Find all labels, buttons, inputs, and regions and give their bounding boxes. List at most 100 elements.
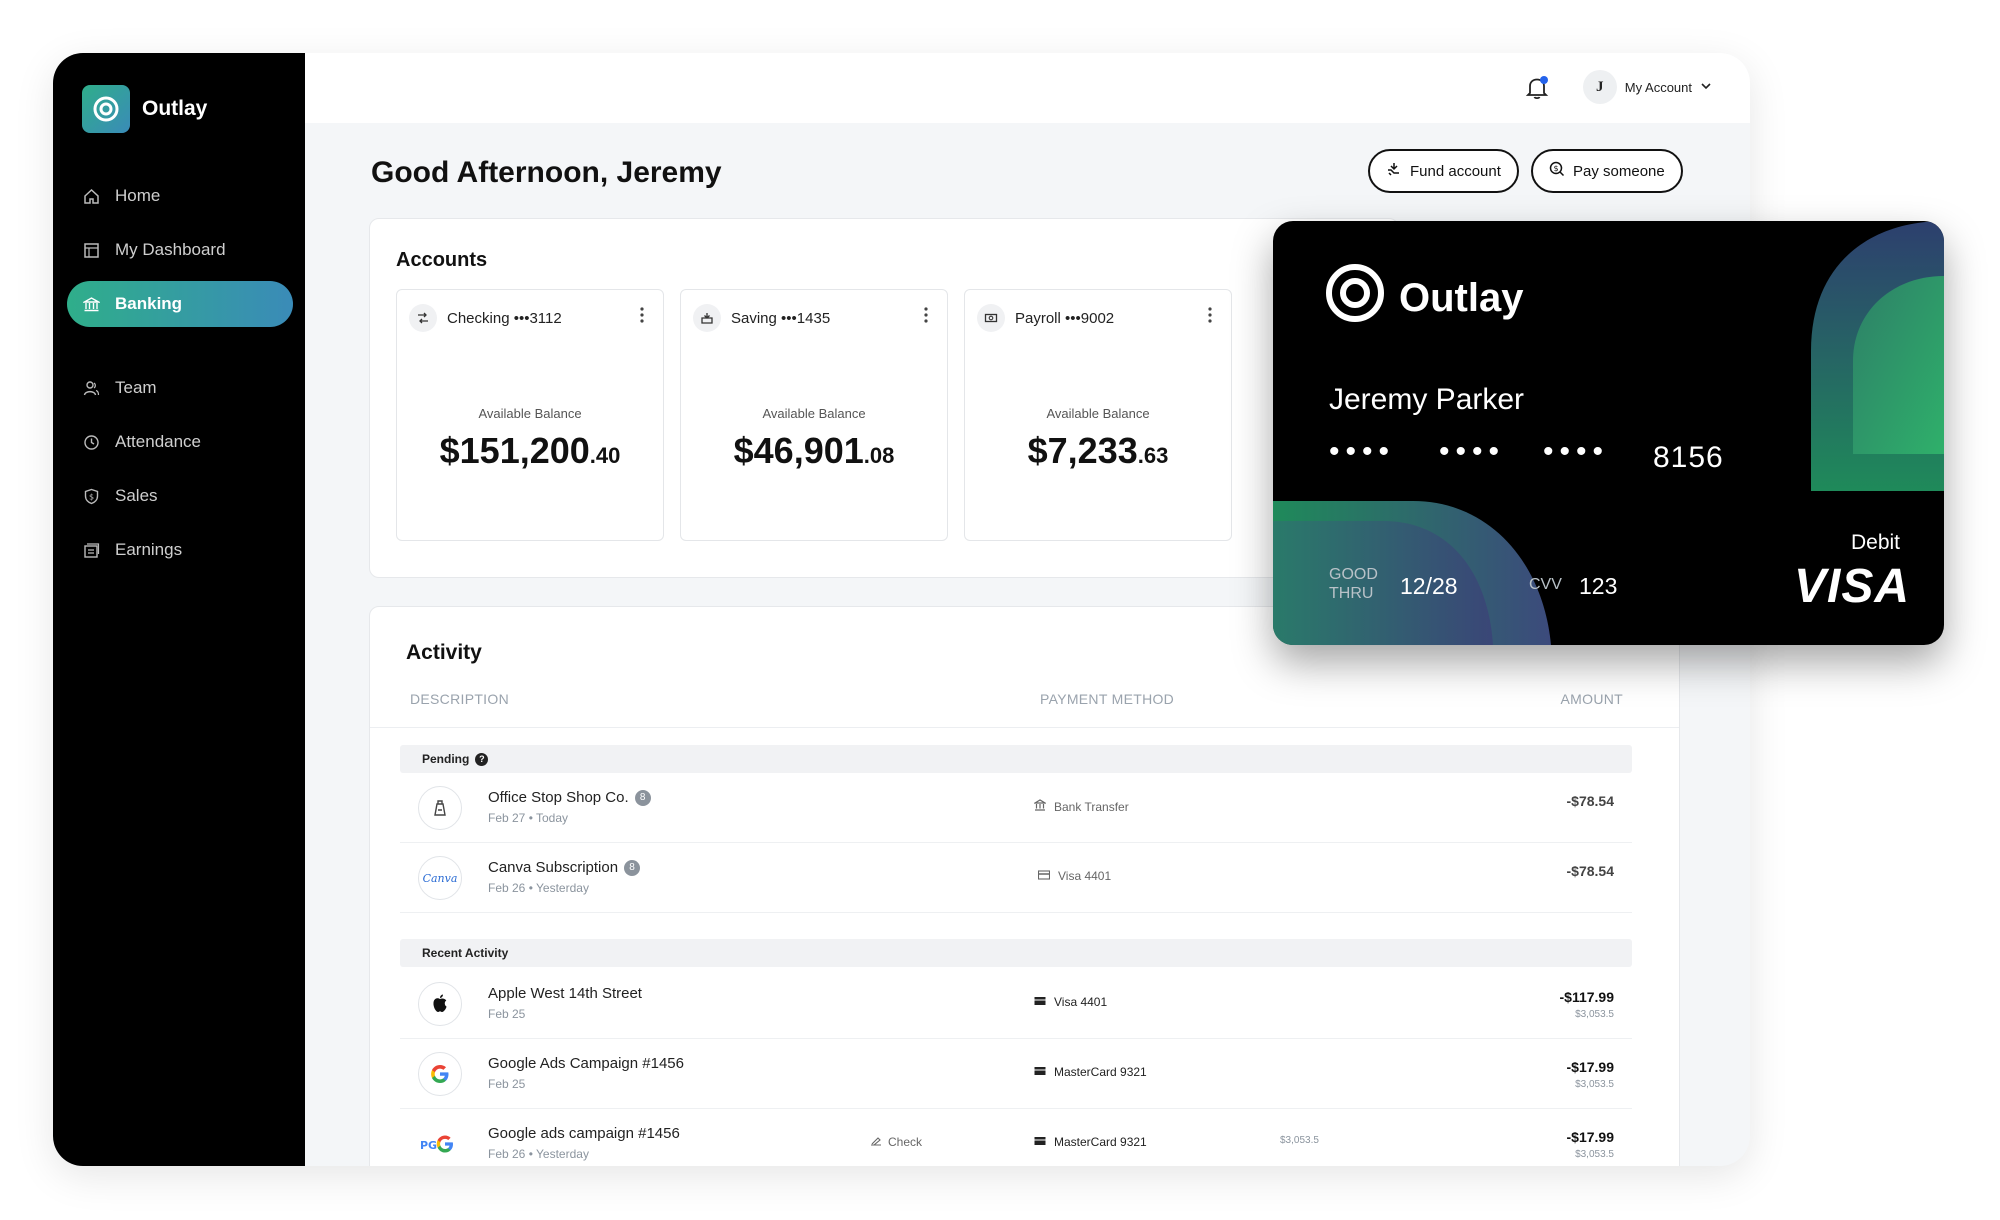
sidebar-item-earnings[interactable]: Earnings — [67, 527, 293, 573]
column-header-description[interactable]: DESCRIPTION — [410, 691, 509, 707]
debit-card[interactable]: Outlay Jeremy Parker •••• •••• •••• 8156… — [1273, 221, 1944, 645]
svg-text:PG: PG — [420, 1139, 437, 1152]
google-logo-icon — [418, 1052, 462, 1096]
account-name: Payroll •••9002 — [1015, 309, 1115, 327]
brand[interactable]: Outlay — [82, 85, 207, 133]
svg-text:$: $ — [88, 492, 93, 501]
good-thru-line2: THRU — [1329, 585, 1374, 602]
fund-icon — [1386, 161, 1402, 181]
transaction-amount: -$17.99 $3,053.5 — [1567, 1059, 1614, 1090]
available-balance-label: Available Balance — [478, 406, 582, 421]
card-expiry: 12/28 — [1400, 573, 1458, 599]
check-icon — [870, 1135, 882, 1149]
account-card-payroll[interactable]: Payroll •••9002 Available Balance $7,233… — [964, 289, 1232, 541]
account-header: Saving •••1435 — [693, 304, 830, 332]
pay-icon: $ — [1549, 161, 1565, 181]
account-balance: $151,200.40 — [397, 430, 663, 472]
account-menu[interactable]: J My Account — [1582, 70, 1712, 104]
table-row[interactable]: Office Stop Shop Co. 8 Feb 27 • Today Ban… — [400, 773, 1632, 843]
extra-balance: $3,053.5 — [1280, 1135, 1319, 1146]
outlay-card-logo-icon — [1325, 263, 1385, 333]
svg-text:$: $ — [1553, 164, 1558, 173]
running-balance: $3,053.5 — [1575, 1079, 1614, 1090]
pending-badge: 8 — [634, 789, 651, 806]
sidebar-item-label: Team — [115, 378, 157, 397]
visa-logo: VISA — [1793, 560, 1910, 613]
payment-method: Bank Transfer — [1032, 799, 1129, 814]
check-method: Check — [870, 1135, 922, 1149]
amount-value: -$17.99 — [1566, 1059, 1614, 1075]
apple-logo-icon — [418, 982, 462, 1026]
sidebar-nav: Home My Dashboard Banking Team Attendanc… — [67, 173, 293, 581]
transaction-name: Google Ads Campaign #1456 — [488, 1055, 684, 1072]
recent-section-header: Recent Activity — [400, 939, 1632, 967]
bank-transfer-icon — [1032, 799, 1048, 814]
sidebar-item-label: My Dashboard — [115, 240, 226, 259]
account-header: Payroll •••9002 — [977, 304, 1114, 332]
table-row[interactable]: Apple West 14th Street Feb 25 Visa 4401 … — [400, 969, 1632, 1039]
more-options-icon[interactable] — [1207, 306, 1213, 329]
canva-logo-icon: Canva — [418, 856, 462, 900]
help-icon[interactable]: ? — [475, 752, 489, 766]
google-ads-logo-icon: PG — [418, 1122, 462, 1166]
sidebar-item-attendance[interactable]: Attendance — [67, 419, 293, 465]
payment-method-text: Visa 4401 — [1058, 869, 1112, 883]
card-brand-name: Outlay — [1399, 275, 1524, 320]
more-options-icon[interactable] — [639, 306, 645, 329]
pending-badge: 8 — [624, 859, 641, 876]
sidebar-item-label: Attendance — [115, 432, 202, 451]
transaction-amount: -$78.54 — [1566, 793, 1614, 809]
account-card-saving[interactable]: Saving •••1435 Available Balance $46,901… — [680, 289, 948, 541]
pay-someone-label: Pay someone — [1573, 162, 1665, 180]
pending-label: Pending — [422, 752, 470, 766]
sidebar-item-banking[interactable]: Banking — [67, 281, 293, 327]
sidebar-item-label: Home — [115, 186, 161, 205]
account-header: Checking •••3112 — [409, 304, 562, 332]
sidebar-item-sales[interactable]: $ Sales — [67, 473, 293, 519]
transaction-date: Feb 25 — [488, 1007, 526, 1021]
cash-icon — [977, 304, 1005, 332]
sidebar-item-home[interactable]: Home — [67, 173, 293, 219]
card-brand: Outlay — [1325, 263, 1523, 333]
team-icon — [81, 378, 101, 398]
amount-value: -$17.99 — [1566, 1129, 1614, 1145]
balance-cents: .63 — [1137, 443, 1169, 468]
fund-account-button[interactable]: Fund account — [1368, 149, 1519, 193]
card-cvv: 123 — [1579, 573, 1618, 599]
payment-method-text: MasterCard 9321 — [1054, 1065, 1147, 1079]
card-type: Debit — [1850, 531, 1900, 554]
credit-card-icon — [1034, 995, 1046, 1009]
transaction-name: Google ads campaign #1456 — [488, 1125, 680, 1142]
payment-method: Visa 4401 — [1037, 869, 1112, 883]
sidebar-item-my-dashboard[interactable]: My Dashboard — [67, 227, 293, 273]
pay-someone-button[interactable]: $ Pay someone — [1531, 149, 1683, 193]
table-row[interactable]: PG Google ads campaign #1456 Feb 26 • Ye… — [400, 1109, 1632, 1166]
table-row[interactable]: Canva Canva Subscription 8 Feb 26 • Yeste… — [400, 843, 1632, 913]
card-number-mask: •••• — [1543, 435, 1610, 468]
page-title: Good Afternoon, Jeremy — [371, 156, 722, 189]
earnings-icon — [81, 540, 101, 560]
account-label: My Account — [1624, 79, 1692, 95]
recent-label: Recent Activity — [422, 946, 509, 960]
sidebar-item-label: Banking — [115, 294, 183, 313]
account-name: Checking •••3112 — [447, 309, 562, 327]
payment-method: MasterCard 9321 — [1034, 1135, 1147, 1149]
card-last4: 8156 — [1653, 441, 1724, 474]
table-row[interactable]: Google Ads Campaign #1456 Feb 25 MasterC… — [400, 1039, 1632, 1109]
bank-icon — [81, 294, 101, 314]
credit-card-icon — [1037, 869, 1051, 883]
transaction-name: Apple West 14th Street — [488, 985, 642, 1002]
payment-method-text: MasterCard 9321 — [1054, 1135, 1147, 1149]
sidebar: Outlay Home My Dashboard Banking Team At… — [53, 53, 305, 1166]
column-header-payment[interactable]: PAYMENT METHOD — [1040, 691, 1174, 707]
account-name: Saving •••1435 — [731, 309, 831, 327]
brand-name: Outlay — [142, 97, 208, 120]
payment-method: MasterCard 9321 — [1034, 1065, 1147, 1079]
column-header-amount[interactable]: AMOUNT — [1561, 691, 1623, 707]
account-card-checking[interactable]: Checking •••3112 Available Balance $151,… — [396, 289, 664, 541]
activity-title: Activity — [406, 641, 482, 664]
notification-bell-icon[interactable] — [1524, 75, 1550, 101]
sidebar-item-team[interactable]: Team — [67, 365, 293, 411]
dashboard-icon — [81, 240, 101, 260]
more-options-icon[interactable] — [923, 306, 929, 329]
